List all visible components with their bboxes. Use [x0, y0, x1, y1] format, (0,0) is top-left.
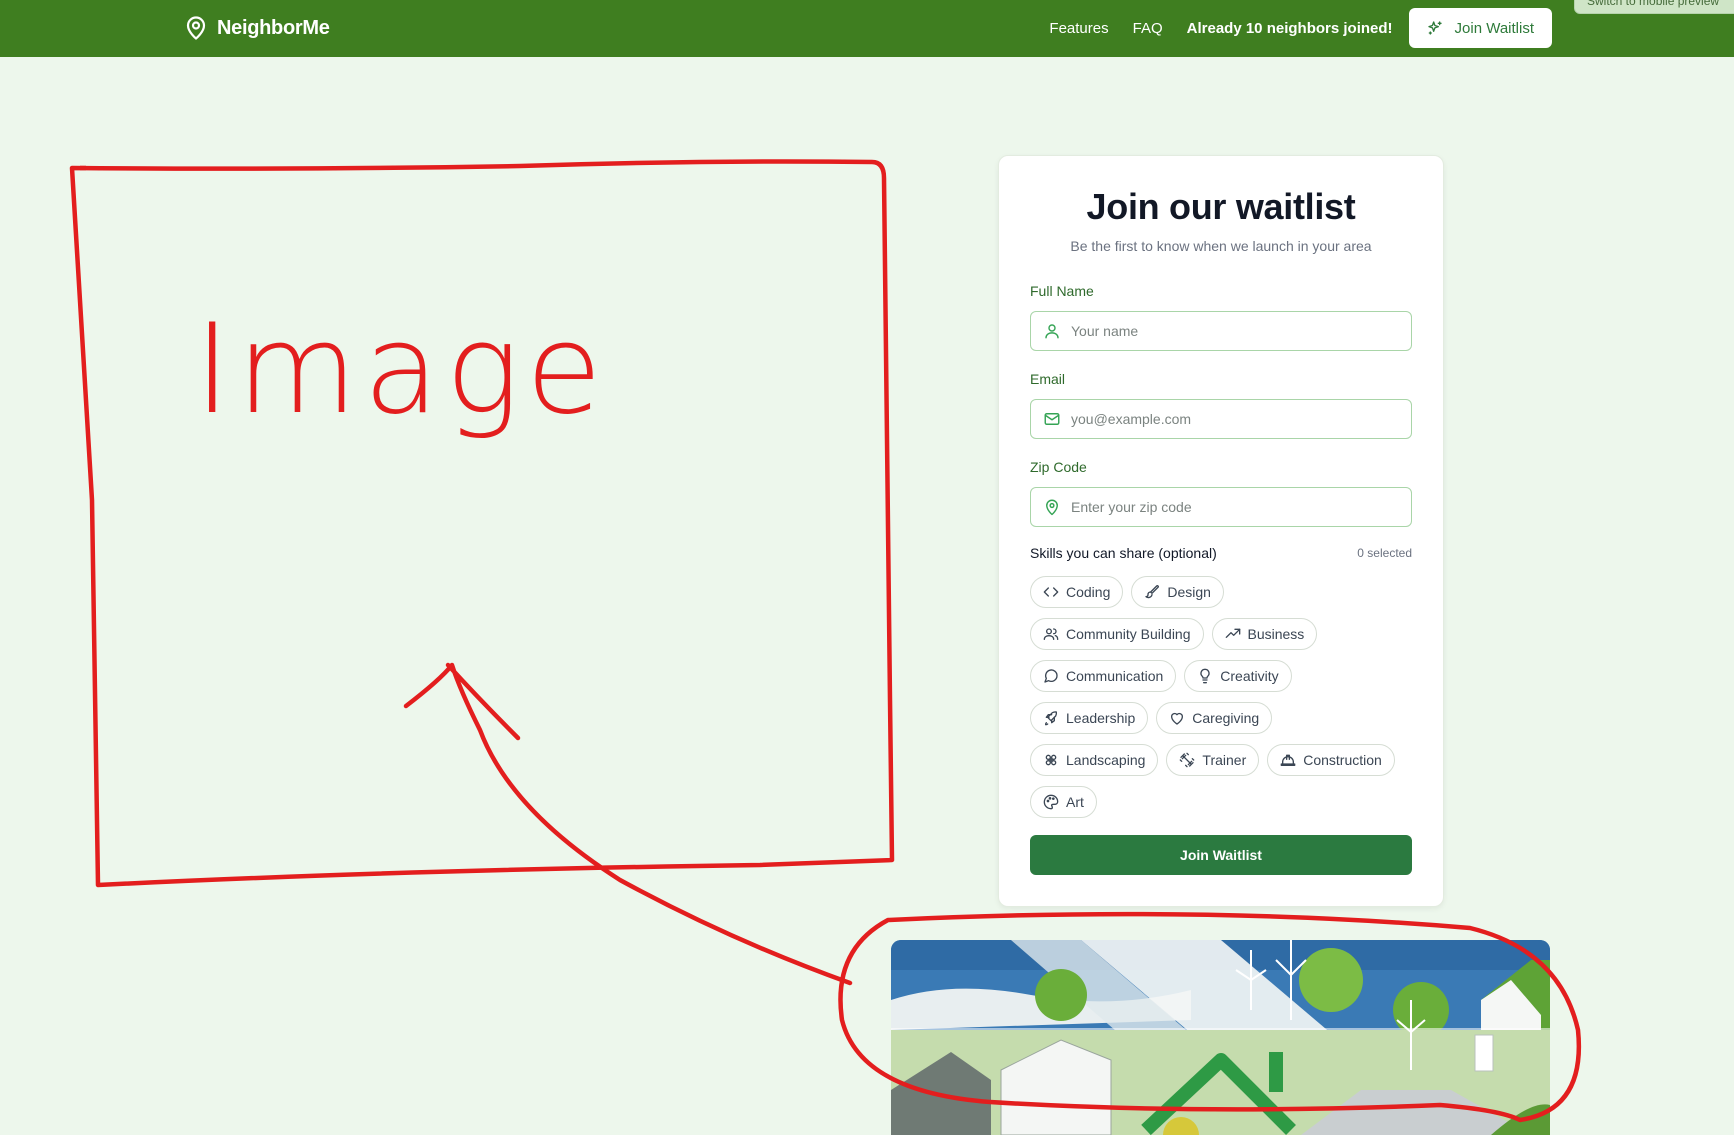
- users-icon: [1043, 628, 1059, 640]
- waitlist-card: Join our waitlist Be the first to know w…: [998, 155, 1444, 907]
- map-pin-icon: [186, 16, 206, 40]
- nav-link-features[interactable]: Features: [1049, 20, 1108, 37]
- skill-chip-caregiving[interactable]: Caregiving: [1156, 702, 1273, 734]
- email-field[interactable]: [1030, 399, 1412, 439]
- brand-name: NeighborMe: [217, 16, 330, 39]
- message-circle-icon: [1044, 669, 1058, 683]
- dumbbell-icon: [1180, 752, 1195, 768]
- user-icon: [1045, 324, 1059, 339]
- skills-chip-group: Coding Design Community Building Busines…: [1030, 576, 1414, 828]
- lightbulb-icon: [1200, 668, 1210, 684]
- skill-chip-creativity[interactable]: Creativity: [1184, 660, 1292, 692]
- hard-hat-icon: [1280, 754, 1296, 766]
- skill-label: Landscaping: [1066, 752, 1146, 768]
- skill-chip-leadership[interactable]: Leadership: [1030, 702, 1149, 734]
- zip-code-input[interactable]: [1061, 488, 1411, 526]
- mail-icon: [1044, 413, 1060, 425]
- rocket-icon: [1045, 711, 1058, 726]
- form-subtitle: Be the first to know when we launch in y…: [1070, 238, 1372, 254]
- skill-chip-construction[interactable]: Construction: [1267, 744, 1395, 776]
- full-name-field[interactable]: [1030, 311, 1412, 351]
- skill-label: Construction: [1303, 752, 1382, 768]
- skill-chip-design[interactable]: Design: [1131, 576, 1224, 608]
- palette-icon: [1043, 794, 1059, 810]
- neighborhood-illustration: [891, 940, 1550, 1135]
- joined-count-text: Already 10 neighbors joined!: [1187, 20, 1393, 37]
- skill-label: Community Building: [1066, 626, 1191, 642]
- nav-join-waitlist-button[interactable]: Join Waitlist: [1408, 8, 1552, 48]
- skill-label: Art: [1066, 794, 1084, 810]
- image-annotation-text: Image: [194, 298, 608, 442]
- skills-label: Skills you can share (optional): [1030, 545, 1217, 561]
- neighborhood-artwork: [891, 940, 1550, 1135]
- full-name-input[interactable]: [1061, 312, 1411, 350]
- joined-suffix: neighbors joined!: [1262, 19, 1393, 37]
- brand-logo[interactable]: NeighborMe: [184, 13, 330, 43]
- join-waitlist-submit-button[interactable]: Join Waitlist: [1030, 835, 1412, 875]
- zip-code-label: Zip Code: [1030, 459, 1087, 475]
- skill-chip-trainer[interactable]: Trainer: [1166, 744, 1260, 776]
- placeholder-box-outline: [69, 159, 895, 888]
- form-title: Join our waitlist: [1086, 186, 1356, 227]
- trending-up-icon: [1225, 628, 1240, 638]
- email-input[interactable]: [1061, 400, 1411, 438]
- code-icon: [1043, 587, 1059, 597]
- skill-label: Communication: [1066, 668, 1164, 684]
- nav-links: Features FAQ Already 10 neighbors joined…: [1049, 8, 1552, 48]
- nav-link-faq[interactable]: FAQ: [1133, 20, 1163, 37]
- skill-label: Leadership: [1066, 710, 1136, 726]
- skill-chip-community-building[interactable]: Community Building: [1030, 618, 1204, 650]
- heart-icon: [1171, 712, 1184, 725]
- skill-label: Caregiving: [1192, 710, 1260, 726]
- full-name-label: Full Name: [1030, 283, 1094, 299]
- map-pin-icon: [1046, 499, 1058, 516]
- skill-label: Trainer: [1202, 752, 1247, 768]
- nav-join-label: Join Waitlist: [1454, 19, 1534, 37]
- brush-icon: [1145, 585, 1160, 599]
- zip-code-field[interactable]: [1030, 487, 1412, 527]
- joined-prefix: Already: [1186, 19, 1246, 37]
- skill-chip-communication[interactable]: Communication: [1030, 660, 1177, 692]
- skill-label: Coding: [1066, 584, 1111, 600]
- sparkles-icon: [1427, 21, 1442, 35]
- email-label: Email: [1030, 371, 1066, 387]
- skill-label: Business: [1247, 626, 1305, 642]
- skill-chip-art[interactable]: Art: [1030, 786, 1097, 818]
- mobile-preview-toggle[interactable]: Switch to mobile preview: [1574, 0, 1734, 14]
- skill-chip-landscaping[interactable]: Landscaping: [1030, 744, 1159, 776]
- flower-icon: [1045, 754, 1057, 766]
- skills-selected-count: 0 selected: [1357, 546, 1412, 560]
- arrow-annotation: [403, 662, 853, 986]
- skill-chip-business[interactable]: Business: [1211, 618, 1318, 650]
- top-navbar: NeighborMe Features FAQ Already 10 neigh…: [0, 0, 1734, 57]
- joined-count: 10: [1245, 19, 1263, 37]
- skill-label: Design: [1167, 584, 1211, 600]
- skill-label: Creativity: [1220, 668, 1279, 684]
- skill-chip-coding[interactable]: Coding: [1030, 576, 1124, 608]
